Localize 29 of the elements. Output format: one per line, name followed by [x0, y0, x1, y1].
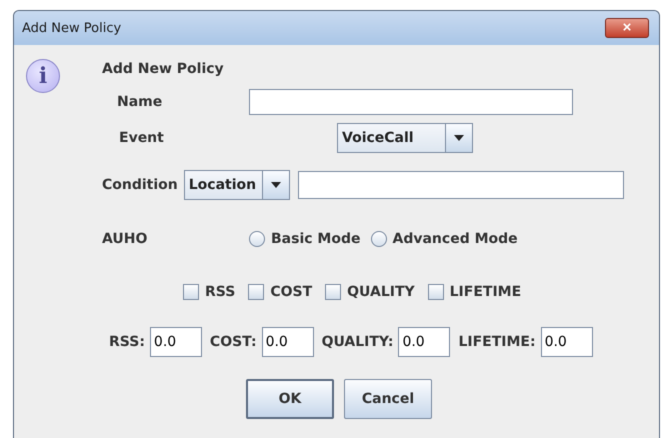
- mode-radio[interactable]: Basic Mode: [249, 231, 360, 247]
- weight-field[interactable]: 0.0: [398, 327, 450, 357]
- weight-label: COST:: [210, 334, 257, 350]
- weight-field[interactable]: 0.0: [540, 327, 593, 357]
- criterion-checkbox[interactable]: LIFETIME: [428, 284, 522, 300]
- condition-dropdown[interactable]: Location: [184, 170, 290, 200]
- criterion-checkbox[interactable]: COST: [248, 284, 312, 300]
- criterion-checkbox[interactable]: QUALITY: [325, 284, 415, 300]
- weight-label: RSS:: [109, 334, 145, 350]
- info-icon: i: [26, 59, 60, 93]
- mode-radio[interactable]: Advanced Mode: [370, 231, 518, 247]
- caret-icon: [271, 182, 282, 188]
- name-field[interactable]: [249, 89, 573, 115]
- name-label: Name: [117, 94, 164, 110]
- auho-label: AUHO: [102, 231, 148, 247]
- condition-field[interactable]: [298, 171, 624, 199]
- weight-label: LIFETIME:: [458, 334, 536, 350]
- caret-icon: [454, 135, 464, 141]
- weight-label: QUALITY:: [322, 334, 394, 350]
- condition-label: Condition: [102, 177, 178, 193]
- cancel-button[interactable]: Cancel: [344, 379, 432, 419]
- criterion-checkbox[interactable]: RSS: [183, 284, 236, 300]
- weight-field[interactable]: 0.0: [150, 327, 202, 357]
- event-dropdown[interactable]: VoiceCall: [337, 123, 473, 153]
- weight-field[interactable]: 0.0: [262, 327, 314, 357]
- dialog-heading: Add New Policy: [102, 61, 224, 77]
- ok-button[interactable]: OK: [246, 379, 334, 419]
- window-title: Add New Policy: [22, 20, 122, 36]
- event-label: Event: [119, 130, 165, 146]
